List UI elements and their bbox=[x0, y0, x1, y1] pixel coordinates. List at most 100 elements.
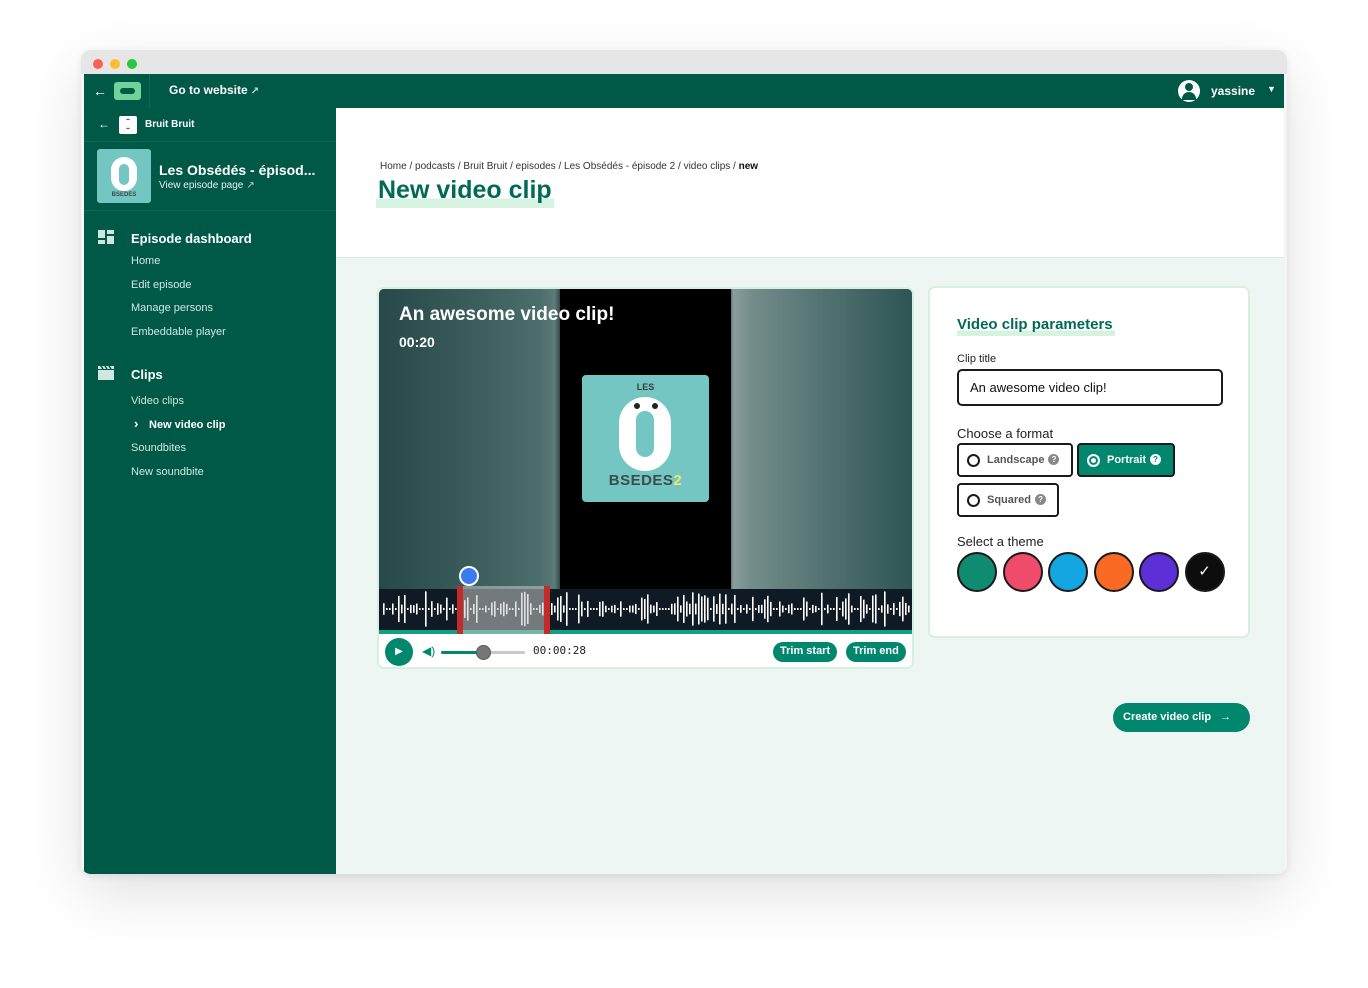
waveform-bar bbox=[392, 603, 394, 615]
radio-icon bbox=[967, 454, 980, 467]
format-squared-option[interactable]: Squared? bbox=[957, 483, 1059, 517]
waveform-bar bbox=[554, 605, 556, 613]
waveform-bar bbox=[608, 608, 610, 610]
playhead-handle[interactable] bbox=[459, 566, 479, 586]
waveform-bar bbox=[650, 604, 652, 614]
format-portrait-option[interactable]: Portrait? bbox=[1077, 443, 1175, 477]
podcast-back-link[interactable]: ← ▪▪ ▪▪ Bruit Bruit bbox=[84, 108, 336, 142]
sidebar-item-home[interactable]: Home bbox=[84, 250, 336, 274]
cover-letter-o bbox=[619, 397, 671, 471]
waveform-bar bbox=[710, 608, 712, 610]
arrow-left-icon[interactable]: ← bbox=[93, 83, 107, 99]
waveform-bar bbox=[707, 597, 709, 621]
video-preview: An awesome video clip! 00:20 LES BSEDES2 bbox=[379, 289, 912, 589]
breadcrumb-home[interactable]: Home bbox=[380, 161, 407, 172]
sidebar-item-new-video-clip[interactable]: New video clip bbox=[84, 414, 336, 438]
theme-swatch-2[interactable] bbox=[1002, 552, 1043, 592]
waveform-bar bbox=[824, 608, 826, 610]
waveform-bar bbox=[689, 603, 691, 615]
waveform-bar bbox=[593, 608, 595, 610]
theme-swatch-1[interactable] bbox=[957, 552, 997, 592]
theme-swatch-5[interactable] bbox=[1139, 552, 1179, 592]
waveform-bar bbox=[617, 608, 619, 610]
cover-les-text: LES bbox=[636, 382, 655, 392]
waveform-bar bbox=[584, 608, 586, 610]
waveform-bar bbox=[713, 596, 715, 622]
episode-dashboard-section: Episode dashboard Home Edit episode Mana… bbox=[84, 226, 336, 345]
close-window-button[interactable] bbox=[93, 59, 103, 69]
format-landscape-option[interactable]: Landscape? bbox=[957, 443, 1073, 477]
waveform-bar bbox=[599, 601, 601, 617]
go-to-website-link[interactable]: Go to website ↗ bbox=[169, 83, 259, 97]
waveform-bar bbox=[695, 603, 697, 615]
sidebar-item-video-clips[interactable]: Video clips bbox=[84, 390, 336, 414]
podcast-name: Bruit Bruit bbox=[145, 119, 195, 130]
cover-eye-left bbox=[634, 403, 640, 409]
waveform-bar bbox=[791, 603, 793, 615]
help-icon[interactable]: ? bbox=[1035, 494, 1047, 505]
create-video-clip-button[interactable]: Create video clip → bbox=[1113, 703, 1250, 732]
waveform-bar bbox=[857, 608, 859, 610]
clapperboard-icon bbox=[98, 365, 114, 380]
episode-dashboard-heading[interactable]: Episode dashboard bbox=[84, 226, 336, 250]
caret-down-icon[interactable]: ▼ bbox=[1267, 84, 1276, 94]
waveform-bar bbox=[395, 608, 397, 610]
trim-start-button[interactable]: Trim start bbox=[773, 642, 838, 662]
user-avatar-icon[interactable] bbox=[1178, 80, 1200, 102]
waveform-bar bbox=[740, 605, 742, 613]
waveform-bar bbox=[893, 603, 895, 615]
waveform-bar bbox=[842, 601, 844, 617]
checkmark-icon: ✓ bbox=[1198, 563, 1211, 580]
minimize-window-button[interactable] bbox=[110, 59, 120, 69]
waveform-bar bbox=[665, 608, 667, 610]
waveform-bar bbox=[659, 608, 661, 610]
breadcrumb-video-clips[interactable]: video clips bbox=[684, 161, 731, 172]
waveform-bar bbox=[905, 602, 907, 616]
clip-title-input[interactable] bbox=[957, 369, 1223, 406]
app-window: ← Go to website ↗ yassine ▼ ← ▪▪ ▪▪ Bruit … bbox=[81, 50, 1287, 874]
waveform-bar bbox=[698, 593, 700, 625]
sidebar-item-soundbites[interactable]: Soundbites bbox=[84, 437, 336, 461]
waveform-bar bbox=[674, 603, 676, 615]
sidebar-item-embeddable-player[interactable]: Embeddable player bbox=[84, 321, 336, 345]
waveform-bar bbox=[419, 608, 421, 610]
waveform-bar bbox=[716, 604, 718, 614]
theme-swatch-6[interactable]: ✓ bbox=[1184, 552, 1225, 592]
breadcrumb-episode[interactable]: Les Obsédés - épisode 2 bbox=[564, 161, 675, 172]
view-episode-page-link[interactable]: View episode page ↗ bbox=[159, 180, 255, 191]
volume-slider[interactable] bbox=[441, 645, 525, 660]
sidebar-item-new-soundbite[interactable]: New soundbite bbox=[84, 461, 336, 485]
trim-selection[interactable] bbox=[457, 586, 550, 634]
waveform-bar bbox=[830, 608, 832, 610]
waveform-bar bbox=[776, 608, 778, 610]
play-button[interactable]: ▶ bbox=[385, 638, 413, 666]
help-icon[interactable]: ? bbox=[1048, 454, 1060, 465]
breadcrumb-episodes[interactable]: episodes bbox=[516, 161, 556, 172]
help-icon[interactable]: ? bbox=[1150, 454, 1162, 465]
breadcrumb-podcast[interactable]: Bruit Bruit bbox=[463, 161, 507, 172]
topbar-divider bbox=[149, 74, 150, 108]
ausha-logo-icon[interactable] bbox=[114, 82, 141, 100]
volume-slider-knob[interactable] bbox=[476, 645, 491, 660]
waveform-bar bbox=[704, 595, 706, 623]
waveform-bar bbox=[809, 608, 811, 610]
clips-heading[interactable]: Clips bbox=[84, 362, 336, 386]
waveform-bar bbox=[620, 601, 622, 617]
create-video-clip-label: Create video clip bbox=[1123, 711, 1212, 723]
sidebar-item-manage-persons[interactable]: Manage persons bbox=[84, 297, 336, 321]
format-portrait-label: Portrait bbox=[1107, 454, 1147, 466]
trim-end-button[interactable]: Trim end bbox=[846, 642, 906, 662]
user-name[interactable]: yassine bbox=[1211, 84, 1255, 98]
waveform-bar bbox=[686, 601, 688, 617]
theme-swatch-4[interactable] bbox=[1093, 552, 1134, 592]
waveform-bar bbox=[662, 608, 664, 610]
waveform-bar bbox=[872, 595, 874, 623]
theme-swatch-3[interactable] bbox=[1048, 552, 1088, 592]
sidebar-item-edit-episode[interactable]: Edit episode bbox=[84, 274, 336, 298]
waveform-bar bbox=[737, 608, 739, 610]
waveform-bar bbox=[848, 593, 850, 625]
volume-icon[interactable]: ◀) bbox=[422, 644, 435, 658]
maximize-window-button[interactable] bbox=[127, 59, 137, 69]
waveform-bar bbox=[644, 598, 646, 620]
breadcrumb-podcasts[interactable]: podcasts bbox=[415, 161, 455, 172]
